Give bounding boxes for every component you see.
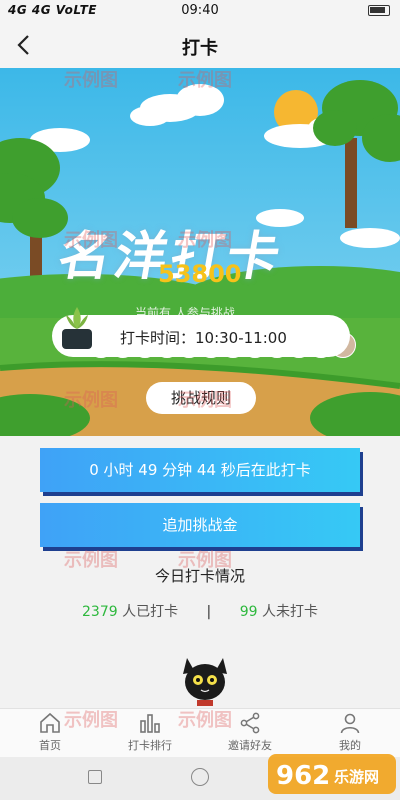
user-icon — [340, 713, 360, 734]
countdown-button[interactable]: 0 小时 49 分钟 44 秒后在此打卡 — [40, 448, 360, 492]
today-stats: 2379 人已打卡 | 99 人未打卡 — [0, 601, 400, 621]
tab-profile-label: 我的 — [339, 739, 361, 752]
potted-plant-icon — [62, 307, 92, 349]
recent-apps-icon[interactable] — [88, 770, 102, 784]
site-logo: 962 乐游网 — [268, 754, 396, 794]
svg-text:962: 962 — [276, 761, 330, 791]
bar-chart-icon — [140, 714, 160, 733]
watermark: 示例图 — [178, 70, 232, 91]
tab-invite-label: 邀请好友 — [228, 739, 272, 752]
hero-banner: 名洋打卡 53800 当前有 人参与挑战 — [0, 68, 400, 436]
watermark: 示例图 — [178, 550, 232, 571]
checked-count: 2379 — [82, 604, 118, 620]
tab-profile[interactable]: 我的 — [310, 711, 390, 753]
status-time: 09:40 — [181, 3, 219, 18]
watermark: 示例图 — [64, 70, 118, 91]
watermark: 示例图 — [64, 390, 118, 411]
watermark: 示例图 — [178, 390, 232, 411]
stats-separator: | — [206, 604, 212, 620]
share-icon — [240, 712, 260, 734]
watermark: 示例图 — [64, 710, 118, 731]
tab-ranking-label: 打卡排行 — [128, 739, 172, 752]
status-bar: 4G 4G VoLTE 09:40 — [0, 0, 400, 22]
checkin-time-card: 打卡时间：10:30-11:00 — [52, 307, 350, 357]
checked-label: 人已打卡 — [122, 604, 179, 620]
svg-text:乐游网: 乐游网 — [334, 768, 379, 786]
home-icon — [40, 712, 60, 733]
page-title: 打卡 — [182, 38, 218, 59]
unchecked-label: 人未打卡 — [262, 604, 318, 620]
home-circle-icon[interactable] — [191, 768, 209, 786]
watermark: 示例图 — [178, 710, 232, 731]
cat-mascot-icon — [183, 658, 227, 706]
watermark: 示例图 — [64, 230, 118, 251]
unchecked-count: 99 — [239, 604, 258, 620]
tab-home-label: 首页 — [39, 739, 61, 752]
nav-bar: 打卡 — [0, 22, 400, 68]
watermark: 示例图 — [178, 230, 232, 251]
watermark: 示例图 — [64, 550, 118, 571]
checkin-time-text: 打卡时间：10:30-11:00 — [120, 329, 287, 347]
add-stake-button[interactable]: 追加挑战金 — [40, 503, 360, 547]
battery-icon — [368, 5, 390, 16]
participant-count: 53800 — [158, 260, 242, 288]
